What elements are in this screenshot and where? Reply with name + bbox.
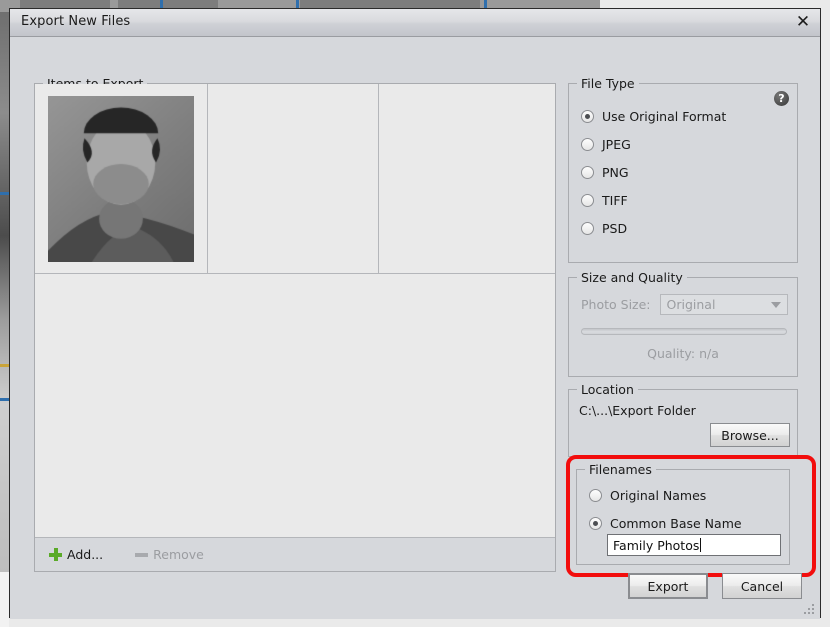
minus-icon bbox=[135, 552, 149, 557]
radio-use-original-format[interactable]: Use Original Format bbox=[581, 109, 726, 124]
background-marker bbox=[0, 398, 9, 401]
screen: Export New Files ✕ Items to Export bbox=[0, 0, 830, 627]
radio-indicator bbox=[581, 110, 594, 123]
add-button-label: Add... bbox=[67, 547, 104, 562]
radio-png[interactable]: PNG bbox=[581, 165, 629, 180]
radio-indicator bbox=[581, 138, 594, 151]
radio-label: Original Names bbox=[610, 488, 707, 503]
thumbnail-portrait-young-man[interactable] bbox=[48, 95, 194, 262]
filenames-group: Filenames Original Names Common Base Nam… bbox=[576, 462, 790, 565]
thumbnail-building-lawn[interactable] bbox=[416, 100, 518, 257]
location-group: Location C:\...\Export Folder Browse... bbox=[568, 382, 798, 457]
background-left-strip bbox=[0, 12, 9, 572]
location-legend: Location bbox=[577, 382, 638, 397]
photo-size-dropdown: Original bbox=[659, 294, 788, 315]
quality-slider bbox=[581, 328, 787, 335]
radio-label: Use Original Format bbox=[602, 109, 727, 124]
filenames-legend: Filenames bbox=[585, 462, 656, 477]
file-type-group: File Type ? Use Original Format JPEG PNG… bbox=[568, 76, 798, 263]
add-button[interactable]: Add... bbox=[49, 547, 103, 562]
dialog-body: Items to Export bbox=[10, 37, 820, 619]
radio-original-names[interactable]: Original Names bbox=[589, 488, 706, 503]
browse-button[interactable]: Browse... bbox=[710, 423, 790, 447]
radio-label: PSD bbox=[602, 221, 628, 236]
dialog-footer: Export Cancel bbox=[628, 573, 802, 599]
common-base-name-value: Family Photos bbox=[613, 537, 700, 553]
export-dialog: Export New Files ✕ Items to Export bbox=[9, 8, 821, 619]
radio-tiff[interactable]: TIFF bbox=[581, 193, 628, 208]
radio-indicator bbox=[581, 222, 594, 235]
close-icon[interactable]: ✕ bbox=[786, 9, 820, 36]
plus-icon bbox=[49, 548, 62, 561]
background-marker bbox=[0, 364, 9, 367]
thumbnail-panel[interactable] bbox=[35, 84, 555, 274]
items-toolbar: Add... Remove bbox=[35, 537, 555, 571]
items-to-export-content: Add... Remove bbox=[35, 84, 555, 571]
size-and-quality-legend: Size and Quality bbox=[577, 270, 687, 285]
dialog-title: Export New Files bbox=[21, 14, 131, 29]
photo-size-value: Original bbox=[666, 297, 716, 312]
radio-indicator bbox=[581, 166, 594, 179]
photo-size-label: Photo Size: bbox=[581, 297, 651, 312]
empty-thumbnail-area[interactable] bbox=[35, 274, 555, 538]
radio-psd[interactable]: PSD bbox=[581, 221, 627, 236]
quality-label: Quality: n/a bbox=[647, 346, 719, 361]
resize-grip[interactable] bbox=[804, 604, 815, 615]
size-and-quality-group: Size and Quality Photo Size: Original Qu… bbox=[568, 270, 798, 377]
radio-label: PNG bbox=[602, 165, 629, 180]
export-button[interactable]: Export bbox=[628, 573, 708, 599]
thumbnail-man-and-boy[interactable] bbox=[215, 116, 371, 241]
background-selection-marker bbox=[0, 192, 9, 195]
file-type-legend: File Type bbox=[577, 76, 639, 91]
help-icon[interactable]: ? bbox=[774, 91, 789, 106]
radio-label: JPEG bbox=[602, 137, 631, 152]
items-to-export-group: Items to Export bbox=[34, 76, 556, 572]
radio-common-base-name[interactable]: Common Base Name bbox=[589, 516, 742, 531]
radio-jpeg[interactable]: JPEG bbox=[581, 137, 631, 152]
dialog-titlebar[interactable]: Export New Files ✕ bbox=[10, 9, 820, 37]
radio-label: Common Base Name bbox=[610, 516, 742, 531]
background-bottom-strip bbox=[0, 572, 9, 627]
thumbnail-cell[interactable] bbox=[379, 84, 555, 273]
thumbnail-cell[interactable] bbox=[208, 84, 378, 273]
remove-button: Remove bbox=[135, 547, 204, 562]
photo-size-row: Photo Size: Original bbox=[581, 294, 788, 315]
radio-label: TIFF bbox=[602, 193, 628, 208]
text-cursor bbox=[700, 538, 702, 552]
location-path: C:\...\Export Folder bbox=[579, 403, 696, 418]
remove-button-label: Remove bbox=[153, 547, 204, 562]
thumbnail-cell[interactable] bbox=[35, 84, 207, 273]
radio-indicator bbox=[581, 194, 594, 207]
common-base-name-input[interactable]: Family Photos bbox=[607, 534, 781, 556]
radio-indicator bbox=[589, 517, 602, 530]
cancel-button[interactable]: Cancel bbox=[722, 573, 802, 599]
chevron-down-icon bbox=[770, 301, 781, 308]
radio-indicator bbox=[589, 489, 602, 502]
